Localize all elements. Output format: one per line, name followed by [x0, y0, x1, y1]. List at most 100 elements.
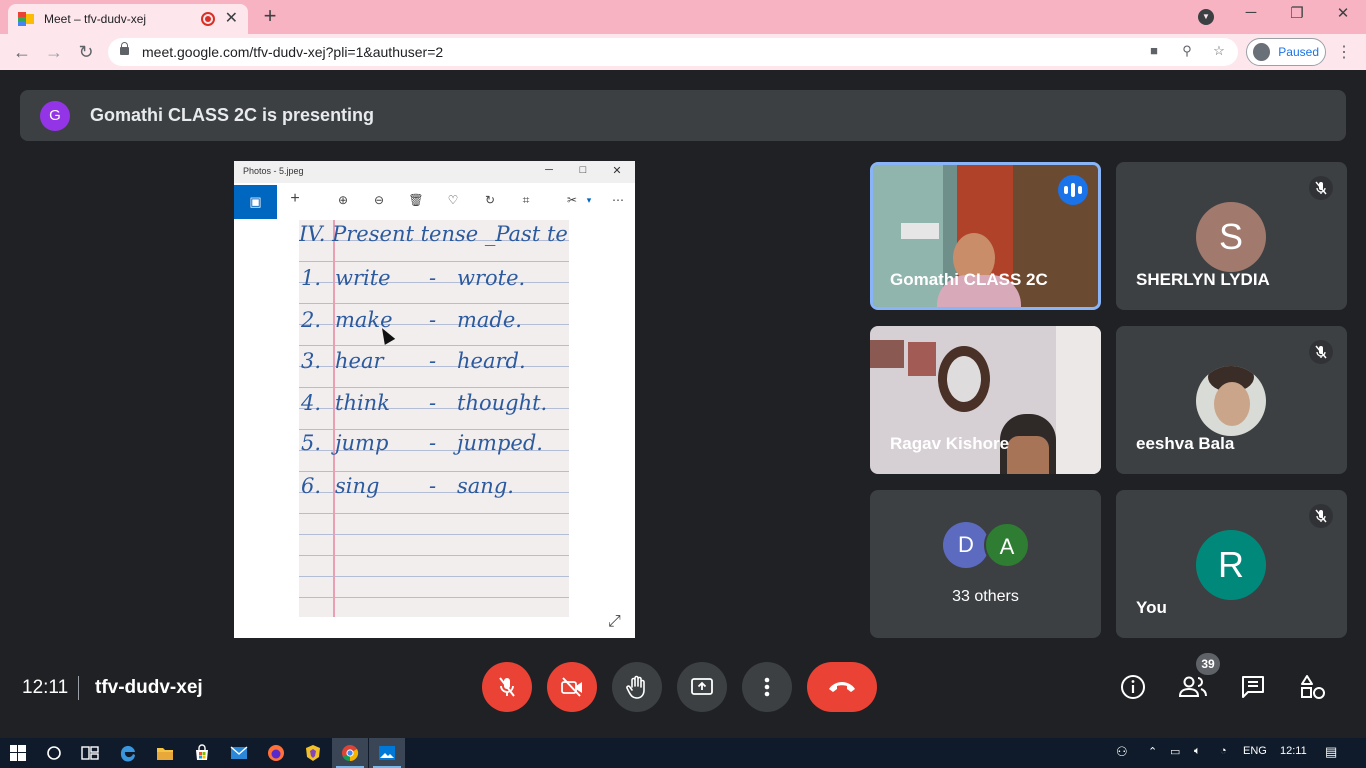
chrome-menu-icon[interactable]: ⋮ [1336, 42, 1352, 62]
participant-tile[interactable]: S SHERLYN LYDIA [1116, 162, 1347, 310]
photos-close-icon: ✕ [612, 165, 622, 177]
meeting-details-button[interactable] [1118, 672, 1148, 702]
wifi-icon[interactable]: ◔ [1220, 745, 1227, 757]
notifications-icon[interactable]: ▤ [1325, 744, 1337, 760]
switchboard [901, 223, 939, 239]
participant-name: eeshva Bala [1136, 434, 1235, 453]
restore-icon[interactable]: ❐ [1282, 4, 1312, 22]
bookmark-star-icon[interactable]: ☆ [1210, 43, 1228, 59]
zoom-in-icon: ⊕ [337, 193, 349, 207]
camera-toggle-button[interactable] [547, 662, 597, 712]
edge-taskbar-button[interactable] [110, 738, 146, 768]
mail-icon [230, 746, 248, 759]
tab-search-icon[interactable]: ▼ [1198, 9, 1214, 25]
edge-icon [120, 745, 135, 762]
others-count: 33 others [952, 588, 1019, 605]
presenting-banner: G Gomathi CLASS 2C is presenting [20, 90, 1346, 141]
photos-toolbar: ▣ + ⊕ ⊖ 🗑 ♡ ↻ ⌗ ✂ ▾ ⋯ [234, 185, 635, 219]
task-view-icon [81, 746, 99, 760]
participant-tile[interactable]: eeshva Bala [1116, 326, 1347, 474]
raise-hand-button[interactable] [612, 662, 662, 712]
participants-button[interactable] [1178, 672, 1208, 702]
info-icon [1121, 675, 1145, 699]
folder-icon [157, 748, 173, 760]
meeting-clock: 12:11 [22, 677, 69, 698]
zoom-out-icon: ⊖ [373, 193, 385, 207]
mic-off-icon [499, 677, 515, 697]
store-icon [196, 744, 208, 760]
wall-photo [870, 340, 904, 368]
chat-icon [1242, 676, 1264, 698]
file-explorer-taskbar-button[interactable] [147, 738, 183, 768]
tab-close-icon[interactable]: ✕ [225, 11, 238, 27]
avatar: R [1196, 530, 1266, 600]
self-tile[interactable]: R You [1116, 490, 1347, 638]
photos-taskbar-button[interactable] [369, 738, 405, 768]
chat-button[interactable] [1238, 672, 1268, 702]
reload-icon[interactable]: ↻ [74, 40, 98, 64]
photos-title-bar: Photos - 5.jpeg ─ □ ✕ [234, 161, 635, 183]
volume-icon[interactable]: 🔈︎ [1194, 745, 1201, 758]
battery-icon[interactable]: ▭ [1170, 745, 1180, 758]
present-screen-icon [691, 678, 713, 695]
language-indicator[interactable]: ENG [1243, 745, 1267, 757]
others-tile[interactable]: D A 33 others [870, 490, 1101, 638]
leave-call-button[interactable] [807, 662, 877, 712]
browser-tab-strip: Meet – tfv-dudv-xej ✕ + ▼ ─ ❐ ✕ [0, 0, 1366, 34]
people-icon[interactable]: ⚇ [1116, 744, 1128, 760]
present-now-button[interactable] [677, 662, 727, 712]
more-options-button[interactable] [742, 662, 792, 712]
shield-icon [306, 745, 320, 761]
edit-dropdown-icon: ▾ [586, 195, 592, 205]
participant-tile[interactable]: Gomathi CLASS 2C [870, 162, 1101, 310]
task-view-button[interactable] [72, 738, 108, 768]
profile-button[interactable]: Paused [1246, 38, 1326, 66]
zoom-icon[interactable]: ⚲ [1178, 43, 1196, 59]
mail-taskbar-button[interactable] [221, 738, 257, 768]
presented-screen: Photos - 5.jpeg ─ □ ✕ ▣ + ⊕ ⊖ 🗑 ♡ ↻ ⌗ ✂ … [234, 161, 635, 638]
close-window-icon[interactable]: ✕ [1328, 4, 1358, 22]
store-taskbar-button[interactable] [184, 738, 220, 768]
windows-taskbar: ⚇ ⌃ ▭ 🔈︎ ◔ ENG 12:11 ▤ [0, 738, 1366, 768]
address-bar[interactable]: meet.google.com/tfv-dudv-xej?pli=1&authu… [108, 38, 1238, 66]
participant-tile[interactable]: Ragav Kishore [870, 326, 1101, 474]
start-button[interactable] [0, 738, 36, 768]
camera-in-use-icon[interactable]: ■ [1145, 43, 1163, 58]
photos-add-icon: + [290, 190, 300, 207]
participant-count-badge: 39 [1196, 653, 1220, 675]
participant-name: Gomathi CLASS 2C [890, 270, 1048, 289]
avatar [1253, 43, 1271, 61]
minimize-icon[interactable]: ─ [1236, 4, 1266, 21]
back-icon[interactable]: ← [10, 40, 34, 64]
end-call-icon [829, 682, 855, 692]
photos-more-icon: ⋯ [612, 193, 624, 207]
microphone-toggle-button[interactable] [482, 662, 532, 712]
taskbar-clock[interactable]: 12:11 [1280, 745, 1307, 757]
chevron-up-icon[interactable]: ⌃ [1148, 745, 1157, 758]
photos-icon [379, 746, 395, 760]
cortana-icon [47, 746, 61, 760]
activities-button[interactable] [1298, 672, 1328, 702]
presenter-avatar: G [40, 100, 70, 131]
speaking-indicator-icon [1058, 175, 1088, 205]
more-vert-icon [764, 677, 770, 697]
brave-taskbar-button[interactable] [295, 738, 331, 768]
new-tab-button[interactable]: + [258, 4, 282, 28]
chrome-taskbar-button[interactable] [332, 738, 368, 768]
tab-title: Meet – tfv-dudv-xej [44, 12, 147, 26]
meet-favicon-icon [18, 12, 34, 26]
recording-icon [200, 12, 215, 26]
avatar: A [984, 522, 1030, 568]
notebook-heading: IV. Present tense _Past tense [299, 222, 569, 246]
forward-icon[interactable]: → [42, 40, 66, 64]
photos-maximize-icon: □ [579, 164, 587, 176]
browser-tab[interactable]: Meet – tfv-dudv-xej ✕ [8, 4, 248, 34]
browser-toolbar: ← → ↻ meet.google.com/tfv-dudv-xej?pli=1… [0, 34, 1366, 70]
participant-name: SHERLYN LYDIA [1136, 270, 1270, 289]
people-icon [1178, 676, 1207, 697]
firefox-taskbar-button[interactable] [258, 738, 294, 768]
activities-icon [1301, 675, 1325, 699]
search-button[interactable] [36, 738, 72, 768]
photos-view-icon: ▣ [234, 185, 277, 219]
participant-name: You [1136, 598, 1167, 617]
